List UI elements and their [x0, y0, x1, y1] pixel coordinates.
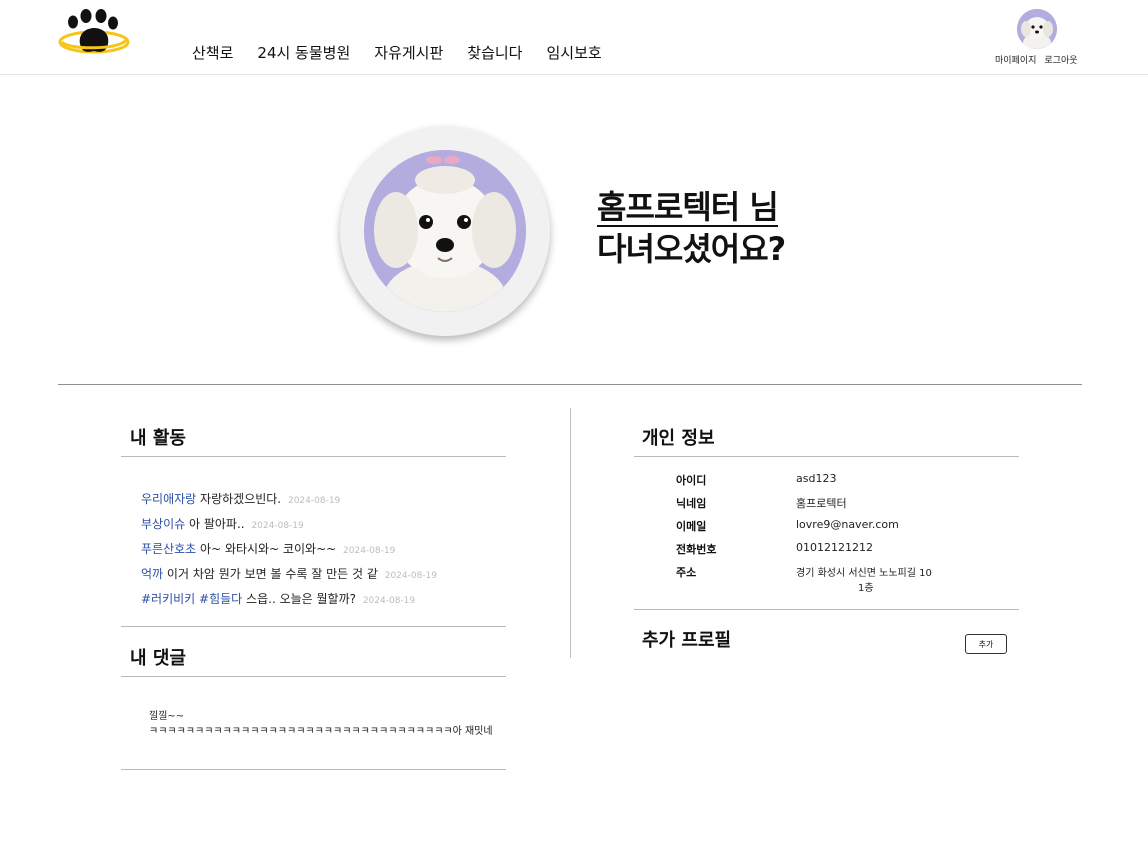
info-label: 전화번호: [676, 543, 717, 556]
activity-text[interactable]: 아~ 와타시와~ 코이와~~: [200, 542, 336, 556]
nav-item-24h-animal-hospital[interactable]: 24시 동물병원: [257, 42, 350, 63]
activity-title-underline: [121, 456, 506, 457]
nav-item-temporary-care[interactable]: 임시보호: [546, 42, 601, 63]
info-label: 아이디: [676, 474, 707, 487]
profile-avatar-frame: [340, 126, 550, 336]
info-value: asd123: [796, 472, 837, 485]
comments-section-title: 내 댓글: [130, 648, 186, 669]
top-header: 산책로 24시 동물병원 자유게시판 찾습니다 임시보호 마이페이지 로그아웃: [0, 0, 1148, 75]
mypage-link[interactable]: 마이페이지: [995, 53, 1036, 66]
nav-item-free-board[interactable]: 자유게시판: [374, 42, 443, 63]
user-area: 마이페이지 로그아웃: [990, 9, 1085, 69]
activity-section-title: 내 활동: [130, 428, 186, 449]
info-label: 이메일: [676, 520, 707, 533]
info-value: lovre9@naver.com: [796, 518, 899, 531]
comment-item[interactable]: 낄낄~~ ㅋㅋㅋㅋㅋㅋㅋㅋㅋㅋㅋㅋㅋㅋㅋㅋㅋㅋㅋㅋㅋㅋㅋㅋㅋㅋㅋㅋㅋㅋㅋㅋㅋ아 …: [149, 709, 493, 739]
main-nav: 산책로 24시 동물병원 자유게시판 찾습니다 임시보호: [192, 42, 626, 63]
column-divider: [570, 408, 571, 658]
greeting-name: 홈프로텍터 님: [597, 188, 779, 227]
activity-date: 2024-08-19: [343, 546, 396, 556]
activity-text[interactable]: 이거 차암 뭔가 보면 볼 수록 잘 만든 것 같: [167, 567, 378, 581]
personal-info-end-line: [634, 609, 1019, 610]
activity-text[interactable]: 자랑하겠으빈다.: [200, 492, 281, 506]
comments-section-end-line: [121, 769, 506, 770]
info-value: 경기 화성시 서신면 노노피길 10: [796, 568, 932, 579]
activity-section-end-line: [121, 626, 506, 627]
info-value: 01012121212: [796, 541, 873, 554]
activity-list: 우리애자랑 자랑하겠으빈다. 2024-08-19 부상이슈 아 팔아파.. 2…: [141, 488, 521, 613]
info-label: 주소: [676, 566, 697, 579]
greeting-message: 다녀오셨어요?: [597, 230, 786, 268]
user-links: 마이페이지 로그아웃: [995, 53, 1078, 66]
personal-info-title-underline: [634, 456, 1019, 457]
avatar[interactable]: [1017, 9, 1057, 49]
activity-board[interactable]: 부상이슈: [141, 517, 185, 531]
info-label: 닉네임: [676, 497, 707, 510]
activity-board[interactable]: 억까: [141, 567, 163, 581]
comments-title-underline: [121, 676, 506, 677]
extra-profile-section-title: 추가 프로필: [642, 630, 732, 651]
logout-link[interactable]: 로그아웃: [1044, 53, 1077, 66]
add-profile-button[interactable]: 추가: [965, 634, 1007, 654]
activity-date: 2024-08-19: [362, 596, 416, 606]
comment-line: ㅋㅋㅋㅋㅋㅋㅋㅋㅋㅋㅋㅋㅋㅋㅋㅋㅋㅋㅋㅋㅋㅋㅋㅋㅋㅋㅋㅋㅋㅋㅋㅋㅋ아 재밋네: [149, 726, 493, 737]
personal-info-section-title: 개인 정보: [642, 428, 715, 449]
list-item[interactable]: 부상이슈 아 팔아파.. 2024-08-19: [141, 513, 521, 538]
nav-item-walk-trail[interactable]: 산책로: [192, 42, 233, 63]
paw-planet-logo[interactable]: [58, 8, 130, 62]
list-item[interactable]: 푸른산호초 아~ 와타시와~ 코이와~~ 2024-08-19: [141, 538, 521, 563]
info-value: 홈프로텍터: [796, 497, 847, 510]
list-item[interactable]: 억까 이거 차암 뭔가 보면 볼 수록 잘 만든 것 같 2024-08-19: [141, 563, 521, 588]
activity-date: 2024-08-19: [384, 571, 438, 581]
profile-avatar: [364, 150, 526, 312]
activity-date: 2024-08-19: [251, 521, 304, 531]
greeting-heading: 홈프로텍터 님 다녀오셨어요?: [597, 186, 786, 270]
activity-board[interactable]: 우리애자랑: [141, 492, 196, 506]
address-detail: 1층: [858, 583, 874, 594]
list-item[interactable]: 우리애자랑 자랑하겠으빈다. 2024-08-19: [141, 488, 521, 513]
nav-item-lost-found[interactable]: 찾습니다: [467, 42, 522, 63]
activity-text[interactable]: 아 팔아파..: [189, 517, 245, 531]
activity-board[interactable]: #러키비키 #힘들다: [141, 592, 242, 606]
section-divider: [58, 384, 1082, 385]
activity-board[interactable]: 푸른산호초: [141, 542, 196, 556]
activity-date: 2024-08-19: [287, 496, 341, 506]
activity-text[interactable]: 스읍.. 오늘은 뭘할까?: [246, 592, 356, 606]
list-item[interactable]: #러키비키 #힘들다 스읍.. 오늘은 뭘할까? 2024-08-19: [141, 588, 521, 613]
comment-line: 낄낄~~: [149, 711, 185, 722]
